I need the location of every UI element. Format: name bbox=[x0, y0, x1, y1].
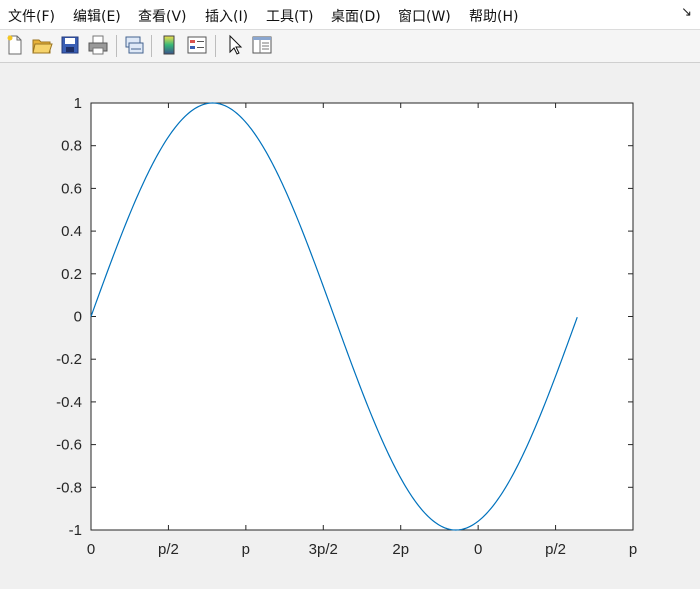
y-tick-label: 0.8 bbox=[61, 138, 82, 155]
toolbar-separator bbox=[116, 35, 117, 57]
x-tick-label: p bbox=[242, 541, 250, 558]
y-tick-label: -1 bbox=[69, 522, 82, 539]
link-plot-icon[interactable] bbox=[123, 34, 145, 56]
x-tick-label: 2p bbox=[392, 541, 409, 558]
x-tick-label: 0 bbox=[87, 541, 95, 558]
x-tick-label: 3p/2 bbox=[309, 541, 338, 558]
menu-help[interactable]: 帮助(H) bbox=[469, 6, 518, 26]
figure-canvas: 0 p/2 p 3p/2 2p 0 p/2 p -1 -0.8 -0.6 -0.4 -0.2 0 0.2 0… bbox=[56, 95, 637, 558]
corner-arrow-icon[interactable]: ↘ bbox=[681, 5, 692, 20]
property-inspector-icon[interactable] bbox=[251, 34, 273, 56]
save-icon[interactable] bbox=[59, 34, 81, 56]
menu-insert[interactable]: 插入(I) bbox=[205, 6, 248, 26]
y-tick-label: 0 bbox=[74, 309, 82, 326]
insert-legend-icon[interactable] bbox=[186, 34, 208, 56]
print-icon[interactable] bbox=[87, 34, 109, 56]
menu-bar: 文件(F) 编辑(E) 查看(V) 插入(I) 工具(T) 桌面(D) 窗口(W… bbox=[0, 0, 700, 30]
x-tick-label: 0 bbox=[474, 541, 482, 558]
x-tick-label: p/2 bbox=[158, 541, 179, 558]
y-tick-label: -0.4 bbox=[56, 394, 82, 411]
y-tick-label: 0.2 bbox=[61, 266, 82, 283]
toolbar-separator bbox=[151, 35, 152, 57]
menu-desktop[interactable]: 桌面(D) bbox=[331, 6, 381, 26]
menu-file[interactable]: 文件(F) bbox=[8, 6, 55, 26]
new-file-icon[interactable] bbox=[4, 34, 26, 56]
y-tick-label: 1 bbox=[74, 95, 82, 112]
insert-colorbar-icon[interactable] bbox=[158, 34, 180, 56]
menu-view[interactable]: 查看(V) bbox=[138, 6, 187, 26]
menu-window[interactable]: 窗口(W) bbox=[398, 6, 451, 26]
x-tick-label: p bbox=[629, 541, 637, 558]
y-tick-label: -0.8 bbox=[56, 479, 82, 496]
toolbar bbox=[0, 30, 700, 63]
y-tick-label: -0.6 bbox=[56, 437, 82, 454]
plot-area bbox=[90, 102, 634, 531]
toolbar-separator bbox=[215, 35, 216, 57]
y-tick-label: 0.6 bbox=[61, 180, 82, 197]
y-tick-label: 0.4 bbox=[61, 223, 82, 240]
open-folder-icon[interactable] bbox=[31, 34, 53, 56]
y-tick-label: -0.2 bbox=[56, 351, 82, 368]
menu-edit[interactable]: 编辑(E) bbox=[73, 6, 121, 26]
pointer-icon[interactable] bbox=[224, 34, 246, 56]
x-tick-label: p/2 bbox=[545, 541, 566, 558]
menu-tools[interactable]: 工具(T) bbox=[266, 6, 313, 26]
